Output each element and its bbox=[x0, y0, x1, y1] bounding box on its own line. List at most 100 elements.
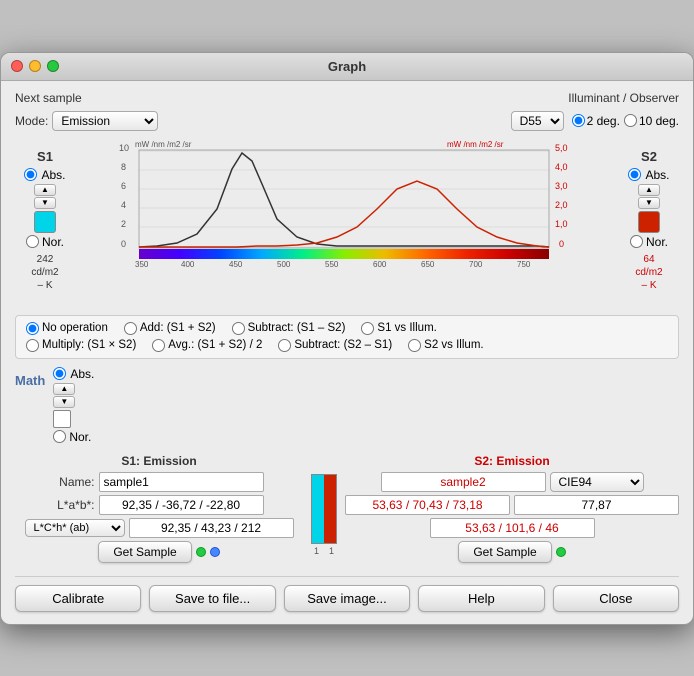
s1-name-label: Name: bbox=[55, 475, 95, 489]
s2-nor-radio[interactable]: Nor. bbox=[630, 235, 668, 249]
top-row: Next sample Illuminant / Observer bbox=[15, 91, 679, 105]
op-multiply[interactable]: Multiply: (S1 × S2) bbox=[26, 339, 136, 352]
minimize-button[interactable] bbox=[29, 60, 41, 72]
graph-section: S1 Abs. ▲ ▼ Nor. 242 cd/m2 – K bbox=[15, 139, 679, 309]
math-up-btn[interactable]: ▲ bbox=[53, 383, 75, 395]
main-window: Graph Next sample Illuminant / Observer … bbox=[0, 52, 694, 625]
svg-text:600: 600 bbox=[373, 260, 387, 269]
s1-up-btn[interactable]: ▲ bbox=[34, 184, 56, 196]
bottom-buttons: Calibrate Save to file... Save image... … bbox=[15, 576, 679, 614]
operations-section: No operation Add: (S1 + S2) Subtract: (S… bbox=[15, 315, 679, 359]
s1-name-row: Name: bbox=[15, 472, 303, 492]
op-subtract-s1s2[interactable]: Subtract: (S1 – S2) bbox=[232, 322, 346, 335]
svg-text:650: 650 bbox=[421, 260, 435, 269]
s1-lab-row: L*a*b*: bbox=[15, 495, 303, 515]
op-subtract-s2s1[interactable]: Subtract: (S2 – S1) bbox=[278, 339, 392, 352]
s2-name-row: CIE94 CIE76 CIEDE2000 bbox=[345, 472, 679, 492]
obs-10deg-label[interactable]: 10 deg. bbox=[624, 114, 679, 128]
s1-dot-blue bbox=[210, 547, 220, 557]
op-s2-vs-illum[interactable]: S2 vs Illum. bbox=[408, 339, 483, 352]
math-nor-radio[interactable]: Nor. bbox=[53, 430, 94, 444]
s1-name-input[interactable] bbox=[99, 472, 264, 492]
svg-text:400: 400 bbox=[181, 260, 195, 269]
math-down-btn[interactable]: ▼ bbox=[53, 396, 75, 408]
calibrate-btn[interactable]: Calibrate bbox=[15, 585, 141, 612]
s2-abs-radio[interactable]: Abs. bbox=[628, 168, 669, 182]
lch-select[interactable]: L*C*h* (ab) L*C*h* (uv) L*a*b* bbox=[25, 519, 125, 537]
math-section: Math Abs. ▲ ▼ Nor. bbox=[15, 367, 679, 444]
data-section: S1: Emission Name: L*a*b*: L*C*h* (ab) L… bbox=[15, 454, 679, 566]
s1-dot-indicators bbox=[196, 547, 220, 557]
comparison-swatch bbox=[311, 474, 337, 544]
mode-select[interactable]: Emission Reflectance Transmittance bbox=[52, 111, 158, 131]
mode-label: Mode: bbox=[15, 114, 48, 128]
window-controls bbox=[11, 60, 59, 72]
chart-svg: 10 8 6 4 2 0 mW /nm /m2 /sr 5,0 4,0 3,0 … bbox=[75, 139, 619, 299]
svg-text:mW /nm /m2 /sr: mW /nm /m2 /sr bbox=[135, 140, 192, 149]
svg-text:1,0: 1,0 bbox=[555, 219, 568, 229]
math-abs-radio[interactable]: Abs. bbox=[53, 367, 94, 381]
illuminant-label: Illuminant / Observer bbox=[568, 91, 679, 105]
svg-text:mW /nm /m2 /sr: mW /nm /m2 /sr bbox=[447, 140, 504, 149]
s2-dot-green bbox=[556, 547, 566, 557]
s1-dot-green bbox=[196, 547, 206, 557]
s1-label: S1 bbox=[37, 149, 53, 164]
s1-nor-radio[interactable]: Nor. bbox=[26, 235, 64, 249]
s2-data-panel: S2: Emission CIE94 CIE76 CIEDE2000 77,87 bbox=[345, 454, 679, 566]
svg-text:3,0: 3,0 bbox=[555, 181, 568, 191]
operations-row1: No operation Add: (S1 + S2) Subtract: (S… bbox=[26, 322, 668, 335]
svg-text:700: 700 bbox=[469, 260, 483, 269]
op-no-operation[interactable]: No operation bbox=[26, 322, 108, 335]
svg-text:2: 2 bbox=[121, 219, 126, 229]
math-controls: Abs. ▲ ▼ Nor. bbox=[53, 367, 94, 444]
swatch-bar-section: 1 1 bbox=[311, 454, 337, 556]
s1-down-btn[interactable]: ▼ bbox=[34, 197, 56, 209]
s1-abs-radio[interactable]: Abs. bbox=[24, 168, 65, 182]
svg-text:0: 0 bbox=[559, 239, 564, 249]
op-avg[interactable]: Avg.: (S1 + S2) / 2 bbox=[152, 339, 262, 352]
s2-up-btn[interactable]: ▲ bbox=[638, 184, 660, 196]
obs-2deg-label[interactable]: 2 deg. bbox=[572, 114, 620, 128]
op-s1-vs-illum[interactable]: S1 vs Illum. bbox=[361, 322, 436, 335]
op-add[interactable]: Add: (S1 + S2) bbox=[124, 322, 216, 335]
observer-radio-group: 2 deg. 10 deg. bbox=[572, 114, 679, 128]
mode-section: Mode: Emission Reflectance Transmittance bbox=[15, 111, 158, 131]
swatch-cyan-half bbox=[312, 475, 324, 543]
s2-lab-value bbox=[345, 495, 510, 515]
s1-lab-value bbox=[99, 495, 264, 515]
obs-10deg-radio[interactable] bbox=[624, 114, 637, 127]
illuminant-select[interactable]: D55 D50 D65 A bbox=[511, 111, 564, 131]
save-image-btn[interactable]: Save image... bbox=[284, 585, 410, 612]
maximize-button[interactable] bbox=[47, 60, 59, 72]
svg-text:2,0: 2,0 bbox=[555, 200, 568, 210]
s1-actions-row: Get Sample bbox=[15, 541, 303, 563]
s1-color-swatch[interactable] bbox=[34, 211, 56, 233]
s1-get-sample-btn[interactable]: Get Sample bbox=[98, 541, 191, 563]
help-btn[interactable]: Help bbox=[418, 585, 544, 612]
close-button[interactable] bbox=[11, 60, 23, 72]
s1-panel: S1 Abs. ▲ ▼ Nor. 242 cd/m2 – K bbox=[15, 139, 75, 309]
s2-get-sample-btn[interactable]: Get Sample bbox=[458, 541, 551, 563]
next-sample-label: Next sample bbox=[15, 91, 82, 105]
obs-2deg-radio[interactable] bbox=[572, 114, 585, 127]
math-color-swatch[interactable] bbox=[53, 410, 71, 428]
s2-color-swatch[interactable] bbox=[638, 211, 660, 233]
operations-row2: Multiply: (S1 × S2) Avg.: (S1 + S2) / 2 … bbox=[26, 339, 668, 352]
s2-name-input[interactable] bbox=[381, 472, 546, 492]
illuminant-controls: D55 D50 D65 A 2 deg. 10 deg. bbox=[511, 111, 679, 131]
swatch-red-half bbox=[324, 475, 336, 543]
svg-text:500: 500 bbox=[277, 260, 291, 269]
svg-text:550: 550 bbox=[325, 260, 339, 269]
window-title: Graph bbox=[328, 59, 366, 74]
cie-delta-value: 77,87 bbox=[514, 495, 679, 515]
close-btn[interactable]: Close bbox=[553, 585, 679, 612]
svg-text:6: 6 bbox=[121, 181, 126, 191]
save-file-btn[interactable]: Save to file... bbox=[149, 585, 275, 612]
content-area: Next sample Illuminant / Observer Mode: … bbox=[1, 81, 693, 624]
mode-row: Mode: Emission Reflectance Transmittance… bbox=[15, 111, 679, 131]
s2-lch-row bbox=[345, 518, 679, 538]
graph-container: 10 8 6 4 2 0 mW /nm /m2 /sr 5,0 4,0 3,0 … bbox=[75, 139, 619, 309]
s1-lch-row: L*C*h* (ab) L*C*h* (uv) L*a*b* bbox=[15, 518, 303, 538]
cie-select[interactable]: CIE94 CIE76 CIEDE2000 bbox=[550, 472, 644, 492]
s2-down-btn[interactable]: ▼ bbox=[638, 197, 660, 209]
